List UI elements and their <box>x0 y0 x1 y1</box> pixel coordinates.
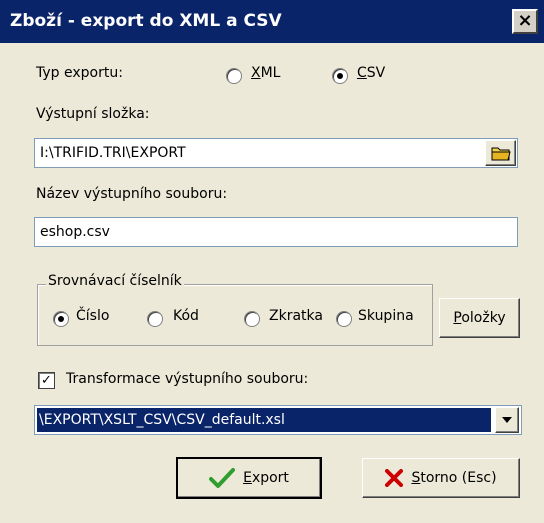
comparison-group-title: Srovnávací číselník <box>46 273 184 289</box>
red-x-icon <box>385 469 404 487</box>
output-folder-field[interactable]: I:\TRIFID.TRI\EXPORT <box>34 138 518 168</box>
browse-folder-button[interactable] <box>485 140 516 166</box>
cancel-button-label: Storno (Esc) <box>411 470 497 486</box>
output-file-field[interactable]: eshop.csv <box>34 217 518 247</box>
radio-cislo[interactable] <box>53 311 69 327</box>
radio-csv-label[interactable]: CSV <box>357 65 385 81</box>
radio-xml[interactable] <box>226 68 242 84</box>
radio-kod-label[interactable]: Kód <box>173 308 199 324</box>
items-button[interactable]: Položky <box>439 298 520 338</box>
export-button-label: Export <box>243 470 289 486</box>
title-bar: Zboží - export do XML a CSV × <box>0 0 544 43</box>
radio-kod[interactable] <box>147 311 163 327</box>
radio-skupina[interactable] <box>336 311 352 327</box>
radio-xml-label[interactable]: XML <box>251 65 280 81</box>
chevron-down-icon <box>502 417 512 423</box>
transform-select-value: \EXPORT\XSLT_CSV\CSV_default.xsl <box>37 408 491 432</box>
window-title: Zboží - export do XML a CSV <box>10 11 282 31</box>
output-folder-value: I:\TRIFID.TRI\EXPORT <box>40 145 186 161</box>
output-file-value: eshop.csv <box>40 224 110 240</box>
radio-zkratka-label[interactable]: Zkratka <box>269 308 323 324</box>
cancel-button[interactable]: Storno (Esc) <box>362 458 520 498</box>
checkmark-icon <box>209 468 236 488</box>
radio-csv[interactable] <box>332 68 348 84</box>
transform-label[interactable]: Transformace výstupního souboru: <box>66 371 308 387</box>
output-folder-label: Výstupní složka: <box>36 106 150 122</box>
output-file-label: Název výstupního souboru: <box>36 186 228 202</box>
export-type-label: Typ exportu: <box>36 65 123 81</box>
transform-select[interactable]: \EXPORT\XSLT_CSV\CSV_default.xsl <box>34 405 522 435</box>
close-button[interactable]: × <box>512 9 538 34</box>
transform-dropdown-button[interactable] <box>495 407 519 433</box>
check-icon: ✓ <box>41 373 52 388</box>
radio-zkratka[interactable] <box>244 311 260 327</box>
radio-cislo-label[interactable]: Číslo <box>76 308 109 324</box>
folder-icon <box>491 147 511 161</box>
close-icon: × <box>517 10 533 31</box>
radio-skupina-label[interactable]: Skupina <box>358 308 414 324</box>
items-button-label: Položky <box>453 310 506 326</box>
export-button[interactable]: Export <box>176 457 322 499</box>
transform-checkbox[interactable]: ✓ <box>38 372 55 389</box>
